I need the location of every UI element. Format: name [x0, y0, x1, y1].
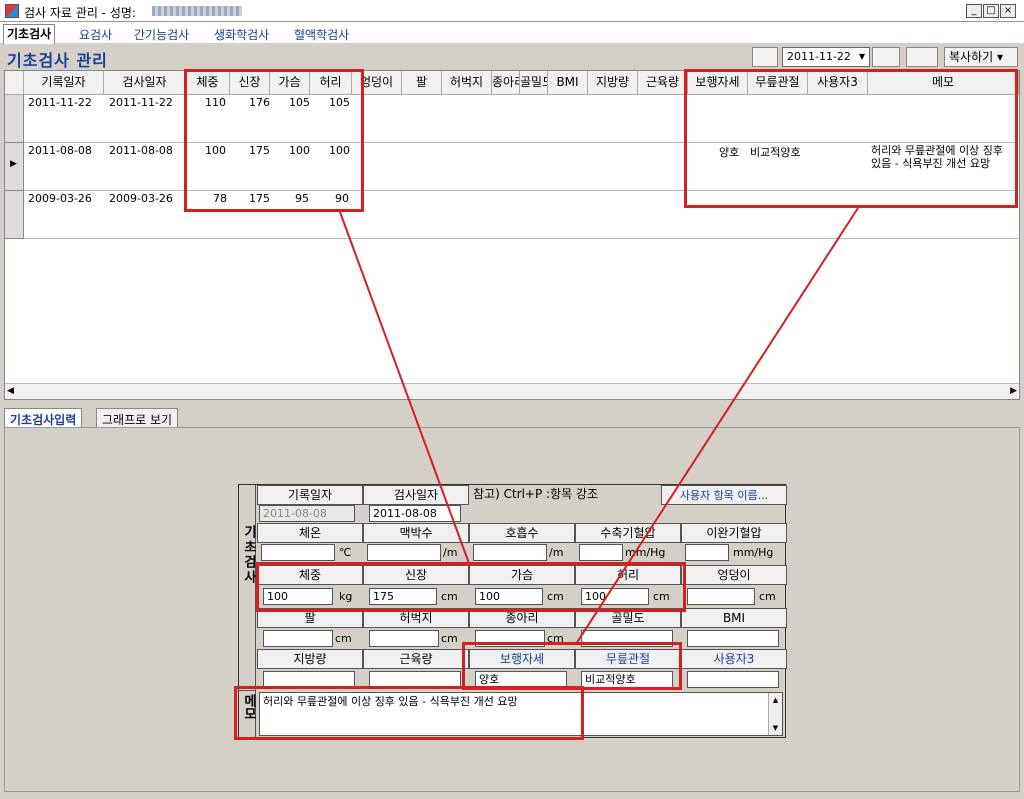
highlight-box [462, 642, 682, 690]
highlight-box [234, 686, 584, 740]
highlight-box [256, 562, 686, 612]
highlight-box [684, 69, 1018, 208]
highlight-box [184, 69, 364, 212]
connector-line [339, 211, 471, 567]
